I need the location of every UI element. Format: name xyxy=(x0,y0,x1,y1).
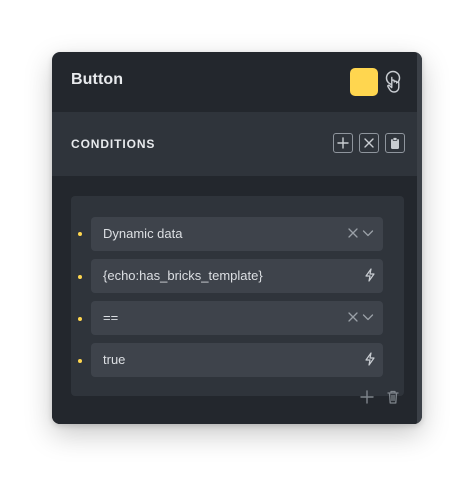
condition-bullet xyxy=(78,275,82,279)
compare-operator-select[interactable]: == xyxy=(91,301,383,335)
dynamic-tag-input[interactable]: {echo:has_bricks_template} xyxy=(91,259,383,293)
condition-bullet xyxy=(78,359,82,363)
dynamic-data-select[interactable]: Dynamic data xyxy=(91,217,383,251)
conditions-heading: CONDITIONS xyxy=(71,137,156,151)
dynamic-data-bolt-icon[interactable] xyxy=(363,268,377,282)
add-condition-button[interactable] xyxy=(333,133,353,153)
clear-conditions-button[interactable] xyxy=(359,133,379,153)
input-value: {echo:has_bricks_template} xyxy=(103,268,263,283)
condition-group: Dynamic data {echo:has_bricks_template} xyxy=(71,196,404,404)
conditions-content: Dynamic data {echo:has_bricks_template} xyxy=(52,176,417,424)
condition-bullet xyxy=(78,317,82,321)
select-value: Dynamic data xyxy=(103,226,183,241)
paste-conditions-button[interactable] xyxy=(385,133,405,153)
panel-header: Button xyxy=(52,52,417,112)
conditions-toolbar: CONDITIONS xyxy=(52,112,417,176)
clear-icon[interactable] xyxy=(346,226,360,240)
chevron-down-icon[interactable] xyxy=(361,226,375,240)
add-icon xyxy=(337,137,349,149)
condition-bullet xyxy=(78,232,82,236)
clipboard-icon xyxy=(391,137,399,149)
chevron-down-icon[interactable] xyxy=(361,310,375,324)
scrollbar[interactable] xyxy=(417,52,422,424)
conditions-panel: Button CONDITIONS Dynamic data {echo:has… xyxy=(52,52,422,424)
panel-title: Button xyxy=(71,71,124,88)
input-value: true xyxy=(103,352,126,367)
select-value: == xyxy=(103,310,119,325)
compare-value-input[interactable]: true xyxy=(91,343,383,377)
color-swatch[interactable] xyxy=(350,68,378,96)
clear-icon[interactable] xyxy=(346,310,360,324)
trash-icon[interactable] xyxy=(384,388,402,406)
pointer-hand-icon[interactable] xyxy=(383,70,403,94)
close-icon xyxy=(364,138,374,148)
dynamic-data-bolt-icon[interactable] xyxy=(363,352,377,366)
add-icon[interactable] xyxy=(358,388,376,406)
